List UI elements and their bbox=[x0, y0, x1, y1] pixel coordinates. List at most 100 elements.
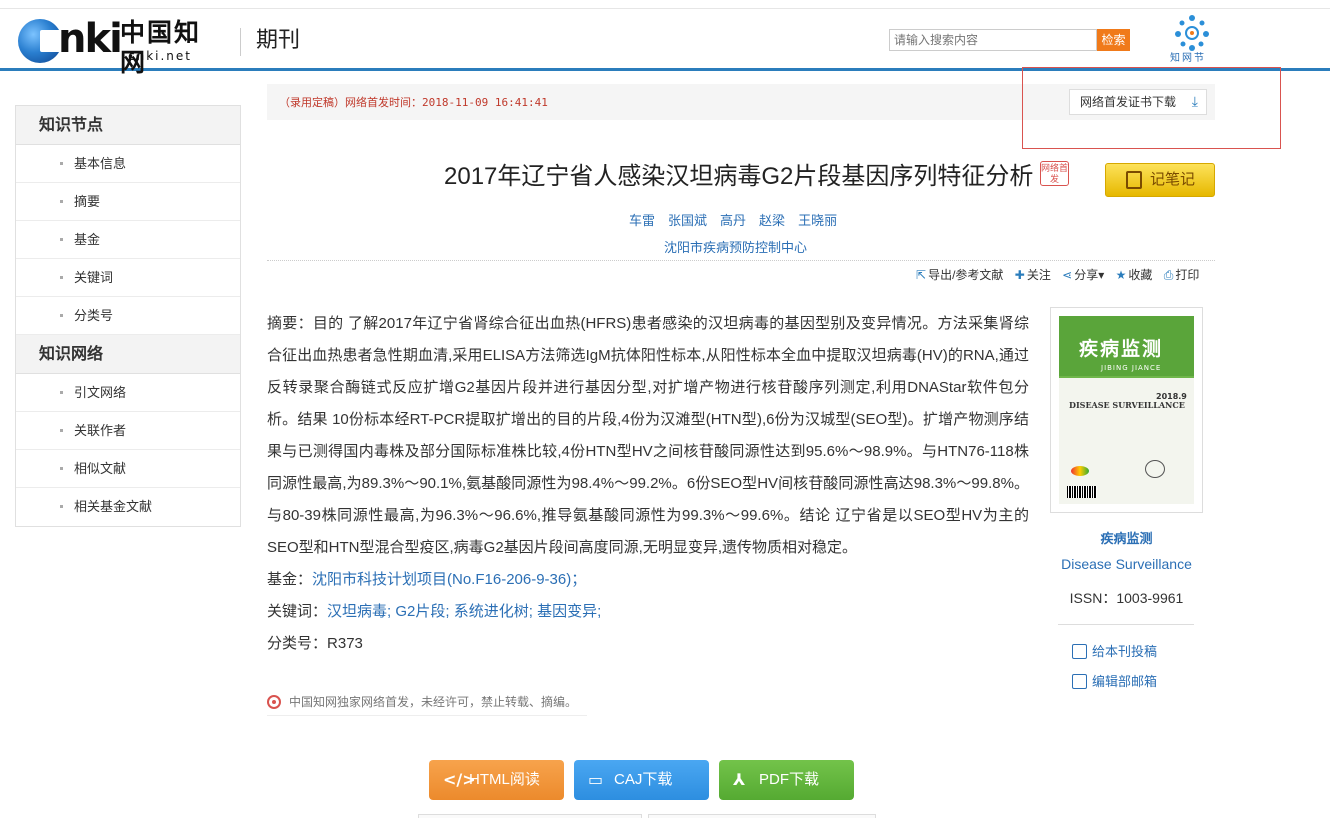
search-button[interactable]: 检索 bbox=[1097, 29, 1130, 51]
keyword-link[interactable]: G2片段; bbox=[395, 603, 449, 620]
keyword-link[interactable]: 汉坦病毒; bbox=[327, 603, 391, 620]
follow-tool[interactable]: ✚ 关注 bbox=[1015, 268, 1051, 282]
cover-pinyin: JIBING JIANCE bbox=[1101, 364, 1162, 372]
sidebar-item-similar-literature[interactable]: 相似文献 bbox=[16, 450, 240, 488]
sidebar-item-basic-info[interactable]: 基本信息 bbox=[16, 145, 240, 183]
net-first-badge: 网络首发 bbox=[1040, 161, 1069, 186]
pdf-download-button[interactable]: ⅄ PDF下载 bbox=[719, 760, 854, 800]
favorite-label: 收藏 bbox=[1128, 268, 1153, 282]
cover-logo-icon bbox=[1071, 466, 1089, 476]
journal-name-en[interactable]: Disease Surveillance bbox=[1050, 555, 1203, 573]
article-content: 摘要：目的 了解2017年辽宁省肾综合征出血热(HFRS)患者感染的汉坦病毒的基… bbox=[267, 308, 1029, 660]
editor-email-label: 编辑部邮箱 bbox=[1092, 674, 1158, 689]
export-icon: ⇱ bbox=[916, 268, 927, 282]
journal-name-cn[interactable]: 疾病监测 bbox=[1050, 530, 1203, 548]
code-icon: </> bbox=[443, 770, 476, 789]
cover-issue: 2018.9 bbox=[1156, 392, 1187, 401]
sidebar-item-fund[interactable]: 基金 bbox=[16, 221, 240, 259]
article-toolbar: ⇱ 导出/参考文献 ✚ 关注 ⋖ 分享▾ ★ 收藏 ⎙ 打印 bbox=[916, 266, 1207, 284]
editor-email-link[interactable]: 编辑部邮箱 bbox=[1072, 673, 1157, 691]
journal-cover[interactable]: 疾病监测 JIBING JIANCE DISEASE SURVEILLANCE … bbox=[1050, 307, 1203, 513]
author-link[interactable]: 高丹 bbox=[720, 213, 746, 228]
sidebar-item-related-fund-literature[interactable]: 相关基金文献 bbox=[16, 488, 240, 526]
sidebar-item-keywords[interactable]: 关键词 bbox=[16, 259, 240, 297]
site-header: nki 中国知网 cnki.net 期刊 bbox=[0, 9, 1330, 77]
submit-manuscript-label: 给本刊投稿 bbox=[1092, 644, 1158, 659]
zhiwangjie-label[interactable]: 知网节 bbox=[1170, 53, 1206, 65]
barcode-icon bbox=[1067, 486, 1097, 498]
cover-title-cn: 疾病监测 bbox=[1079, 338, 1164, 360]
classification-row: 分类号：R373 bbox=[267, 628, 1029, 660]
classification-label: 分类号： bbox=[267, 635, 328, 652]
take-notes-label: 记笔记 bbox=[1150, 171, 1196, 188]
channel-title: 期刊 bbox=[256, 27, 301, 52]
export-tool[interactable]: ⇱ 导出/参考文献 bbox=[916, 268, 1003, 282]
sidebar-item-citation-network[interactable]: 引文网络 bbox=[16, 374, 240, 412]
bottom-tab bbox=[648, 814, 876, 818]
highlight-box bbox=[1022, 67, 1281, 149]
article-title: 2017年辽宁省人感染汉坦病毒G2片段基因序列特征分析 bbox=[444, 163, 1034, 190]
export-label: 导出/参考文献 bbox=[928, 268, 1004, 282]
caj-download-button[interactable]: ▭ CAJ下载 bbox=[574, 760, 709, 800]
html-read-button[interactable]: </> HTML阅读 bbox=[429, 760, 564, 800]
take-notes-button[interactable]: 记笔记 bbox=[1105, 163, 1215, 197]
sidebar-section-knowledge-nodes: 知识节点 bbox=[16, 106, 240, 145]
fund-link[interactable]: 沈阳市科技计划项目(No.F16-206-9-36)； bbox=[312, 571, 586, 588]
plus-icon: ✚ bbox=[1014, 268, 1025, 282]
keyword-link[interactable]: 基因变异; bbox=[537, 603, 601, 620]
keywords-row: 关键词：汉坦病毒; G2片段; 系统进化树; 基因变异; bbox=[267, 596, 1029, 628]
fund-row: 基金：沈阳市科技计划项目(No.F16-206-9-36)； bbox=[267, 564, 1029, 596]
cnki-logo[interactable]: nki 中国知网 cnki.net bbox=[18, 16, 223, 77]
printer-icon: ⎙ bbox=[1163, 268, 1174, 282]
author-link[interactable]: 张国斌 bbox=[668, 213, 707, 228]
chevron-down-icon: ▾ bbox=[1098, 268, 1105, 282]
cover-body: DISEASE SURVEILLANCE 2018.9 bbox=[1059, 378, 1194, 504]
title-divider bbox=[267, 260, 1215, 261]
journal-issn: ISSN：1003-9961 bbox=[1069, 590, 1184, 606]
share-label: 分享 bbox=[1074, 268, 1099, 282]
journal-divider bbox=[1058, 624, 1194, 625]
fund-label: 基金： bbox=[267, 571, 313, 588]
journal-cover-image: 疾病监测 JIBING JIANCE DISEASE SURVEILLANCE … bbox=[1059, 316, 1194, 504]
pen-icon bbox=[1072, 644, 1087, 659]
cnki-logo-letters: nki bbox=[58, 16, 123, 62]
sidebar-item-abstract[interactable]: 摘要 bbox=[16, 183, 240, 221]
keyword-link[interactable]: 系统进化树; bbox=[454, 603, 533, 620]
copyright-icon bbox=[267, 695, 281, 709]
book-icon: ▭ bbox=[588, 770, 604, 789]
cnki-logo-domain: cnki.net bbox=[128, 49, 192, 63]
keywords-label: 关键词： bbox=[267, 603, 328, 620]
publish-time-text: （录用定稿）网络首发时间：2018-11-09 16:41:41 bbox=[279, 96, 548, 109]
cnki-globe-icon bbox=[18, 19, 64, 63]
copyright-text: 中国知网独家网络首发，未经许可，禁止转载、摘编。 bbox=[289, 695, 578, 709]
header-divider bbox=[240, 28, 241, 56]
sidebar-item-classification[interactable]: 分类号 bbox=[16, 297, 240, 335]
notebook-icon bbox=[1126, 171, 1142, 189]
author-link[interactable]: 车雷 bbox=[629, 213, 655, 228]
sidebar-item-related-authors[interactable]: 关联作者 bbox=[16, 412, 240, 450]
copyright-notice: 中国知网独家网络首发，未经许可，禁止转载、摘编。 bbox=[267, 690, 587, 716]
favorite-tool[interactable]: ★ 收藏 bbox=[1116, 268, 1153, 282]
caj-download-label: CAJ下载 bbox=[614, 771, 673, 788]
print-tool[interactable]: ⎙ 打印 bbox=[1164, 268, 1200, 282]
search-input[interactable] bbox=[889, 29, 1097, 51]
classification-value: R373 bbox=[327, 635, 363, 652]
author-link[interactable]: 赵梁 bbox=[759, 213, 785, 228]
author-list: 车雷 张国斌 高丹 赵梁 王晓丽 bbox=[629, 212, 850, 230]
bottom-tab bbox=[418, 814, 642, 818]
author-link[interactable]: 王晓丽 bbox=[798, 213, 837, 228]
submit-manuscript-link[interactable]: 给本刊投稿 bbox=[1072, 643, 1157, 661]
left-sidebar: 知识节点 基本信息 摘要 基金 关键词 分类号 知识网络 引文网络 关联作者 相… bbox=[15, 105, 241, 527]
share-icon: ⋖ bbox=[1062, 268, 1073, 282]
pdf-icon: ⅄ bbox=[733, 770, 746, 789]
follow-label: 关注 bbox=[1026, 268, 1051, 282]
cnki-logo-chinese: 中国知网 bbox=[120, 18, 202, 77]
share-tool[interactable]: ⋖ 分享▾ bbox=[1062, 268, 1104, 282]
print-label: 打印 bbox=[1175, 268, 1200, 282]
mail-icon bbox=[1072, 674, 1087, 689]
cover-globe-icon bbox=[1145, 460, 1165, 478]
organization-link[interactable]: 沈阳市疾病预防控制中心 bbox=[664, 239, 807, 257]
html-read-label: HTML阅读 bbox=[469, 771, 540, 788]
sidebar-section-knowledge-network: 知识网络 bbox=[16, 335, 240, 374]
abstract-text: 摘要：目的 了解2017年辽宁省肾综合征出血热(HFRS)患者感染的汉坦病毒的基… bbox=[267, 315, 1029, 556]
